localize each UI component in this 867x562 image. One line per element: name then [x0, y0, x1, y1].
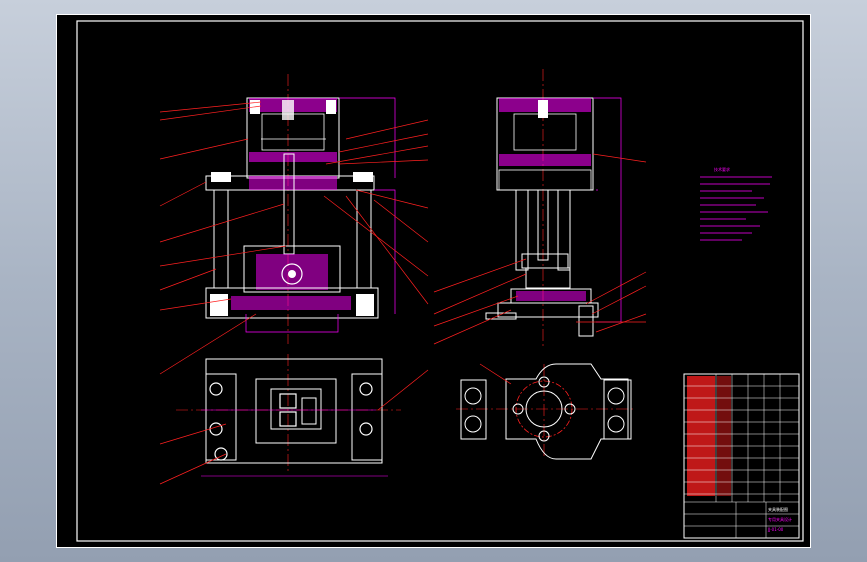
- notes-title: 技术要求: [714, 166, 730, 172]
- title-block: 夹具装配图 专用夹具设计 JJ-01-00: [683, 373, 800, 539]
- technical-notes: 技术要求: [700, 166, 772, 241]
- side-view: [485, 69, 622, 349]
- title-block-name: 夹具装配图: [768, 506, 788, 512]
- cad-viewport[interactable]: 技术要求 夹具装配图 专用夹具设计 JJ-01-00: [0, 0, 867, 562]
- top-view: [176, 354, 401, 477]
- title-block-subtitle: 专用夹具设计: [768, 516, 792, 522]
- plan-view: [456, 363, 636, 460]
- title-block-drawing-number: JJ-01-00: [767, 527, 784, 532]
- front-view: [205, 74, 396, 344]
- assembly-drawing: 技术要求 夹具装配图 专用夹具设计 JJ-01-00: [56, 14, 811, 548]
- drawing-sheet: 技术要求 夹具装配图 专用夹具设计 JJ-01-00: [56, 14, 811, 548]
